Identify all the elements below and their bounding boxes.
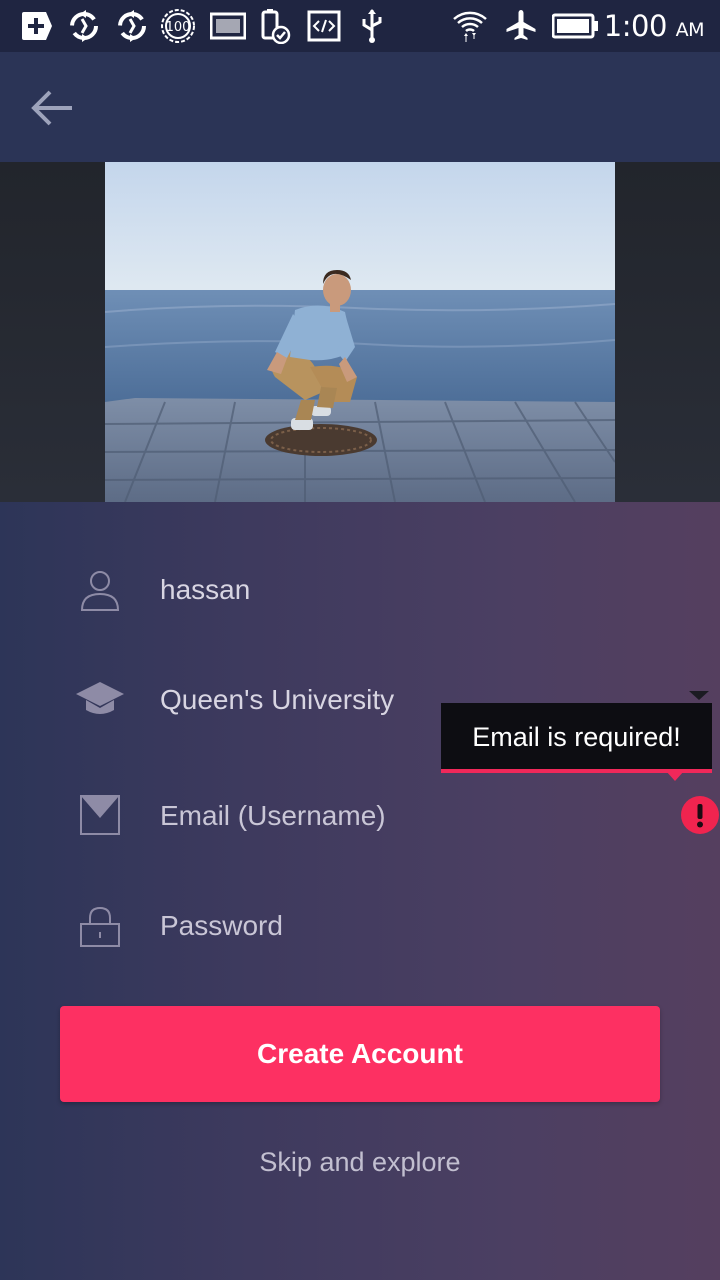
graduation-cap-icon [76, 682, 124, 714]
skip-and-explore-link[interactable]: Skip and explore [160, 1142, 560, 1182]
signup-form: hassan Queen's University Email (Usernam… [0, 502, 720, 1280]
usb-icon [362, 9, 382, 43]
arrow-back-icon [31, 90, 72, 126]
battery-100-icon: 100 [161, 9, 195, 43]
email-error-message: Email is required! [472, 722, 681, 752]
battery-icon [552, 13, 598, 39]
profile-photo[interactable] [105, 162, 615, 502]
university-dropdown-caret[interactable] [689, 691, 709, 700]
create-account-button[interactable]: Create Account [60, 1006, 660, 1102]
create-account-label: Create Account [257, 1038, 463, 1069]
name-value: hassan [160, 574, 251, 605]
back-button[interactable] [24, 82, 80, 134]
name-field[interactable]: hassan [0, 550, 720, 630]
sync-icon [118, 10, 146, 42]
email-placeholder: Email (Username) [160, 800, 386, 831]
app-bar [0, 52, 720, 162]
email-icon [80, 795, 120, 835]
code-icon [307, 10, 341, 42]
battery-saver-icon [261, 9, 291, 44]
error-icon[interactable] [681, 796, 719, 834]
screenshot-icon [210, 12, 246, 40]
svg-text:100: 100 [166, 20, 191, 35]
tooltip-pointer [666, 771, 684, 781]
password-field[interactable]: Password [0, 886, 720, 966]
sync-icon [70, 10, 98, 42]
university-value: Queen's University [160, 684, 395, 715]
email-error-tooltip: Email is required! [441, 703, 712, 773]
add-box-icon [22, 12, 52, 40]
status-time: 1:00 AM [603, 9, 705, 43]
lock-icon [80, 906, 120, 947]
person-icon [80, 571, 120, 611]
profile-photo-banner [0, 162, 720, 502]
status-bar: 100 1:00 AM [0, 0, 720, 52]
email-field[interactable]: Email (Username) [0, 776, 720, 856]
wifi-icon [453, 11, 487, 42]
airplane-mode-icon [506, 10, 536, 40]
password-placeholder: Password [160, 910, 283, 941]
